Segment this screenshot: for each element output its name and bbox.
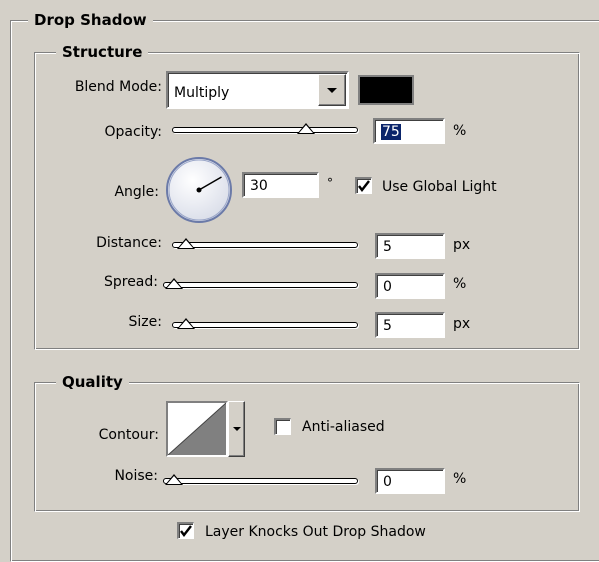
- opacity-label: Opacity:: [104, 124, 162, 140]
- quality-title: Quality: [56, 373, 129, 391]
- angle-label: Angle:: [114, 184, 159, 200]
- contour-dropdown-button[interactable]: [228, 401, 245, 457]
- noise-slider-thumb[interactable]: [165, 474, 183, 485]
- distance-value: 5: [383, 239, 392, 255]
- contour-label: Contour:: [98, 427, 159, 443]
- distance-unit: px: [453, 237, 471, 253]
- angle-dial[interactable]: [164, 155, 234, 225]
- size-slider-track[interactable]: [172, 322, 358, 328]
- distance-input[interactable]: 5: [375, 233, 445, 259]
- opacity-slider-track[interactable]: [172, 127, 358, 133]
- distance-slider-track[interactable]: [172, 242, 358, 248]
- use-global-light-label: Use Global Light: [382, 179, 497, 195]
- spread-slider-track[interactable]: [163, 282, 358, 288]
- quality-group: [34, 382, 580, 512]
- spread-input[interactable]: 0: [375, 273, 445, 299]
- opacity-input[interactable]: 75: [373, 118, 445, 144]
- size-unit: px: [453, 316, 471, 332]
- angle-dial-center: [196, 187, 202, 193]
- contour-picker[interactable]: [166, 401, 228, 457]
- angle-value: 30: [250, 178, 268, 194]
- opacity-slider-thumb[interactable]: [297, 123, 315, 134]
- noise-input[interactable]: 0: [375, 468, 445, 494]
- noise-label: Noise:: [114, 468, 158, 484]
- distance-slider-thumb[interactable]: [177, 238, 196, 249]
- noise-value: 0: [383, 474, 392, 490]
- layer-knocks-out-checkbox[interactable]: [177, 522, 194, 539]
- shadow-color-swatch[interactable]: [358, 75, 414, 105]
- contour-linear-icon: [168, 403, 226, 455]
- angle-unit: °: [327, 176, 333, 190]
- layer-knocks-out-label: Layer Knocks Out Drop Shadow: [205, 524, 426, 540]
- blend-mode-label: Blend Mode:: [74, 79, 162, 95]
- blend-mode-dropdown-button[interactable]: [318, 74, 346, 106]
- spread-value: 0: [383, 279, 392, 295]
- anti-aliased-label: Anti-aliased: [302, 419, 385, 435]
- spread-unit: %: [453, 276, 467, 292]
- structure-title: Structure: [56, 43, 149, 61]
- chevron-down-icon: [327, 88, 337, 93]
- noise-unit: %: [453, 471, 467, 487]
- spread-label: Spread:: [103, 274, 158, 290]
- opacity-value: 75: [381, 124, 401, 140]
- opacity-unit: %: [453, 123, 467, 139]
- size-slider-thumb[interactable]: [177, 318, 196, 329]
- blend-mode-value: Multiply: [174, 85, 230, 101]
- chevron-down-icon: [232, 427, 241, 431]
- checkmark-icon: [180, 525, 192, 537]
- size-label: Size:: [128, 314, 162, 330]
- size-value: 5: [383, 318, 392, 334]
- use-global-light-checkbox[interactable]: [355, 177, 372, 194]
- noise-slider-track[interactable]: [163, 478, 358, 484]
- anti-aliased-checkbox[interactable]: [274, 418, 291, 435]
- size-input[interactable]: 5: [375, 312, 445, 338]
- angle-input[interactable]: 30: [242, 172, 319, 198]
- drop-shadow-title: Drop Shadow: [28, 11, 153, 29]
- spread-slider-thumb[interactable]: [165, 278, 183, 289]
- checkmark-icon: [358, 180, 370, 192]
- distance-label: Distance:: [96, 235, 162, 251]
